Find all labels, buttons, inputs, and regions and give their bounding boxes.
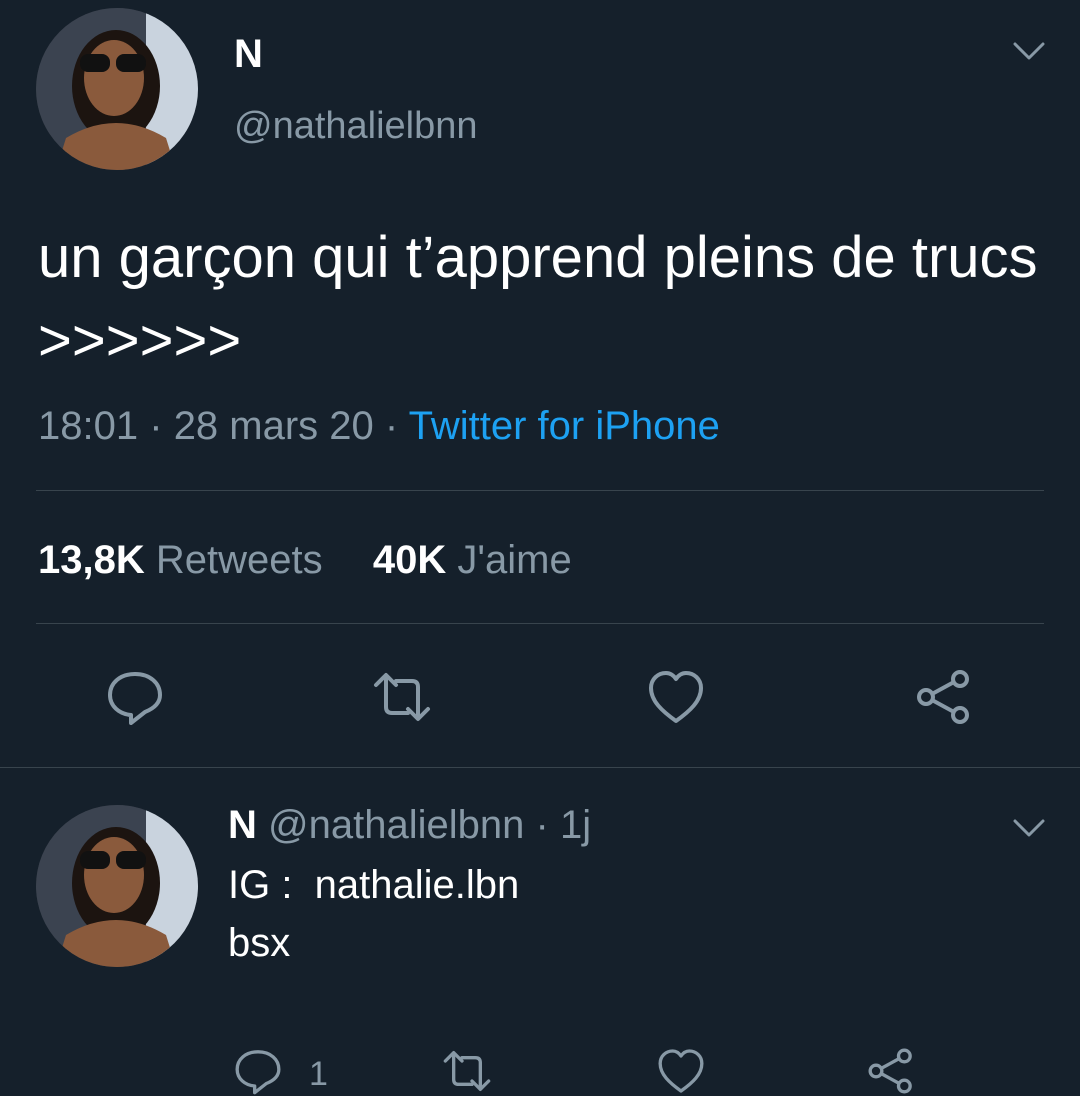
comment-icon[interactable] [233,1046,283,1096]
tweet-meta: 18:01 · 28 mars 20 · Twitter for iPhone [38,400,720,452]
reply-text-line: bsx [228,921,291,965]
avatar[interactable] [36,8,198,170]
tweet-stats: 13,8K Retweets 40K J'aime [38,534,572,586]
heart-icon[interactable] [646,667,706,727]
divider [0,767,1080,768]
comment-icon[interactable] [105,667,165,727]
chevron-down-icon[interactable] [1012,40,1046,62]
likes-stat[interactable]: 40K J'aime [373,538,572,582]
reply-text-line: IG : nathalie.lbn [228,863,520,907]
tweet-date: 28 mars 20 [173,404,374,448]
retweet-icon[interactable] [372,667,432,727]
reply-count: 1 [309,1055,328,1093]
chevron-down-icon[interactable] [1012,817,1046,839]
tweet-text: un garçon qui t’apprend pleins de trucs … [38,225,1038,373]
reply-display-name[interactable]: N [228,803,257,847]
divider [36,490,1044,491]
avatar[interactable] [36,805,198,967]
tweet-time: 18:01 [38,404,139,448]
reply-handle[interactable]: @nathalielbnn [268,803,524,847]
share-icon[interactable] [914,667,974,727]
retweets-stat[interactable]: 13,8K Retweets [38,538,323,582]
retweets-count: 13,8K [38,538,145,582]
heart-icon[interactable] [656,1046,706,1096]
meta-separator: · [384,404,399,448]
reply-age: 1j [559,803,592,847]
tweet-source-link[interactable]: Twitter for iPhone [409,404,720,448]
share-icon[interactable] [866,1046,916,1096]
meta-separator: · [149,404,163,448]
likes-label: J'aime [457,538,572,582]
retweets-label: Retweets [155,538,323,582]
user-handle[interactable]: @nathalielbnn [234,102,478,150]
divider [36,623,1044,624]
reply-header: N @nathalielbnn · 1j [228,800,591,850]
likes-count: 40K [372,538,447,582]
retweet-icon[interactable] [442,1046,492,1096]
meta-separator: · [535,803,549,847]
display-name[interactable]: N [234,30,263,78]
